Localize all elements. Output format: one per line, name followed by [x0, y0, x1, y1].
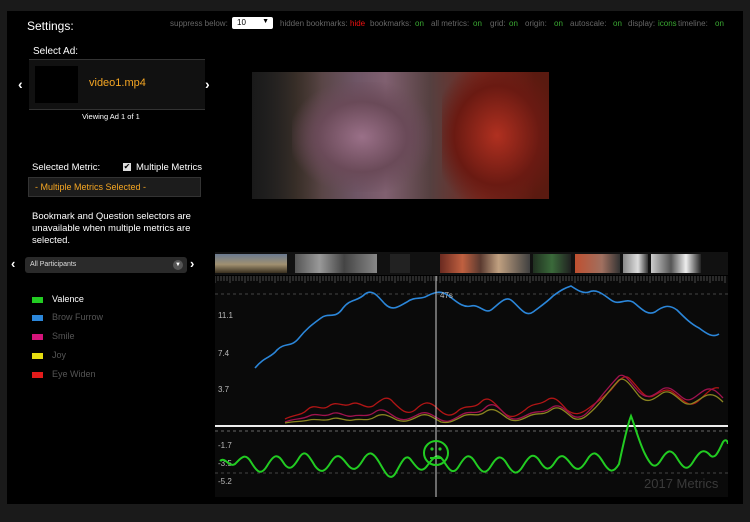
timeline-thumb [575, 254, 620, 273]
legend-swatch [32, 297, 43, 303]
legend-swatch [32, 353, 43, 359]
bookmarks-toggle[interactable]: on [415, 19, 424, 28]
multiple-metrics-checkbox[interactable]: ✔ [123, 163, 131, 171]
watermark-text: 2017 Metrics [644, 476, 719, 491]
y-tick-label: 3.7 [218, 385, 230, 394]
multi-metric-note: Bookmark and Question selectors are unav… [32, 211, 191, 246]
viewing-ad-text: Viewing Ad 1 of 1 [82, 112, 140, 121]
timeline-thumb [533, 254, 571, 273]
settings-title: Settings: [27, 19, 74, 33]
display-label: display: [628, 19, 656, 28]
multiple-metrics-label: Multiple Metrics [136, 162, 202, 173]
suppress-select[interactable]: 10 ▼ [232, 17, 273, 29]
timeline-thumb [651, 254, 701, 273]
hidden-bookmarks-toggle[interactable]: hide [350, 19, 365, 28]
timeline-label: timeline: [678, 19, 708, 28]
timeline-thumb [440, 254, 530, 273]
origin-label: origin: [525, 19, 547, 28]
chevron-left-icon[interactable]: ‹ [11, 256, 15, 271]
participants-select[interactable]: All Participants ▼ [25, 257, 187, 273]
legend-item-joy[interactable]: Joy [32, 350, 172, 364]
legend-item-valence[interactable]: Valence [32, 294, 172, 308]
legend-swatch [32, 372, 43, 378]
all-metrics-label: all metrics: [431, 19, 470, 28]
participants-value: All Participants [30, 261, 77, 268]
ad-name: video1.mp4 [89, 77, 146, 89]
legend-label: Valence [52, 294, 84, 304]
legend-swatch [32, 315, 43, 321]
origin-toggle[interactable]: on [554, 19, 563, 28]
legend-label: Brow Furrow [52, 312, 104, 322]
timeline-thumb [295, 254, 377, 273]
metric-select[interactable]: - Multiple Metrics Selected - [28, 177, 201, 197]
autoscale-label: autoscale: [570, 19, 607, 28]
y-tick-label: -5.2 [218, 477, 232, 486]
y-tick-label: 11.1 [218, 311, 234, 320]
timeline-thumb [215, 254, 287, 273]
video-frame-red [442, 72, 549, 199]
chevron-down-icon: ▼ [173, 260, 183, 270]
ad-thumbnail [35, 66, 78, 103]
metrics-chart[interactable]: 11.1 7.4 3.7 -1.7 -3.5 -5.2 47s [215, 276, 728, 497]
metric-select-value: - Multiple Metrics Selected - [35, 182, 147, 192]
grid-label: grid: [490, 19, 506, 28]
all-metrics-toggle[interactable]: on [473, 19, 482, 28]
settings-bar: suppress below: 10 ▼ hidden bookmarks: h… [170, 17, 745, 31]
display-toggle[interactable]: icons [658, 19, 677, 28]
legend-label: Eye Widen [52, 369, 96, 379]
suppress-value: 10 [237, 18, 246, 27]
grid-toggle[interactable]: on [509, 19, 518, 28]
video-player[interactable] [252, 72, 549, 199]
chevron-right-icon[interactable]: › [205, 76, 210, 92]
legend-item-eye-widen[interactable]: Eye Widen [32, 369, 172, 383]
legend-item-brow-furrow[interactable]: Brow Furrow [32, 312, 172, 326]
bookmarks-label: bookmarks: [370, 19, 412, 28]
legend-label: Joy [52, 350, 67, 360]
suppress-label: suppress below: [170, 19, 228, 28]
chevron-down-icon: ▼ [262, 18, 269, 25]
selected-metric-label: Selected Metric: [32, 162, 101, 173]
timeline-thumbnails[interactable] [215, 252, 728, 275]
timeline-thumb [623, 254, 648, 273]
ad-selector[interactable]: video1.mp4 [29, 59, 205, 110]
legend-item-smile[interactable]: Smile [32, 331, 172, 345]
y-tick-label: -1.7 [218, 441, 232, 450]
select-ad-label: Select Ad: [33, 46, 79, 57]
playhead-time-label: 47s [440, 291, 453, 300]
legend-swatch [32, 334, 43, 340]
hidden-bookmarks-label: hidden bookmarks: [280, 19, 348, 28]
autoscale-toggle[interactable]: on [613, 19, 622, 28]
timeline-thumb [390, 254, 410, 273]
timeline-toggle[interactable]: on [715, 19, 724, 28]
y-tick-label: 7.4 [218, 349, 230, 358]
chevron-left-icon[interactable]: ‹ [18, 76, 23, 92]
video-frame-face [292, 82, 432, 192]
legend-label: Smile [52, 331, 75, 341]
chevron-right-icon[interactable]: › [190, 256, 194, 271]
